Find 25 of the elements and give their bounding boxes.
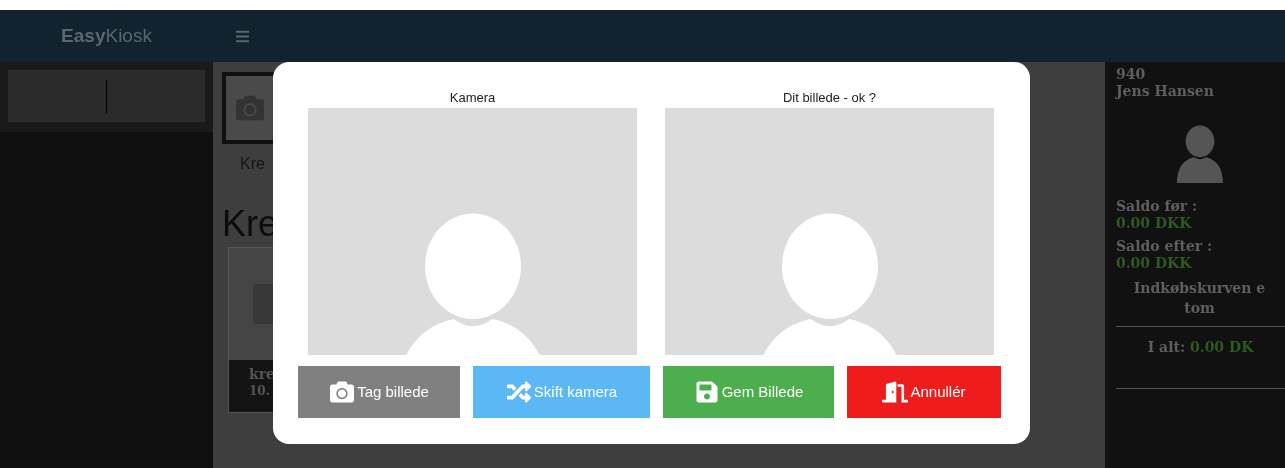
balance-label: Saldo efter :	[1116, 238, 1214, 255]
balance-value: 0.00 DKK	[1116, 255, 1193, 272]
balance-label: Saldo før :	[1116, 198, 1199, 215]
cart-message: tom	[1183, 299, 1216, 318]
total-value: 0.00 DK	[1190, 339, 1254, 355]
total-label: I alt:	[1147, 339, 1187, 355]
column-title: Kamera	[449, 89, 496, 107]
shuffle-icon	[505, 380, 532, 404]
menu-icon[interactable]	[235, 28, 250, 44]
dialog-button[interactable]: Tag billede	[298, 366, 460, 418]
customer-number: 940	[1116, 66, 1147, 83]
camera-icon	[236, 94, 264, 122]
product-price: 10.	[249, 383, 271, 399]
product-name: kre	[249, 366, 276, 384]
column-title: Dit billede - ok ?	[782, 89, 877, 107]
dialog-button[interactable]: Annullér	[847, 366, 1001, 418]
door-icon	[882, 380, 909, 404]
logo: EasyKiosk	[61, 23, 152, 48]
camera-icon	[329, 380, 356, 404]
balance-value: 0.00 DKK	[1116, 215, 1193, 232]
dialog-button[interactable]: Skift kamera	[473, 366, 650, 418]
dialog-button[interactable]: Gem Billede	[663, 366, 834, 418]
cart-message: Indkøbskurven e	[1132, 279, 1267, 298]
customer-name: Jens Hansen	[1116, 83, 1215, 100]
search-field[interactable]	[8, 70, 205, 122]
